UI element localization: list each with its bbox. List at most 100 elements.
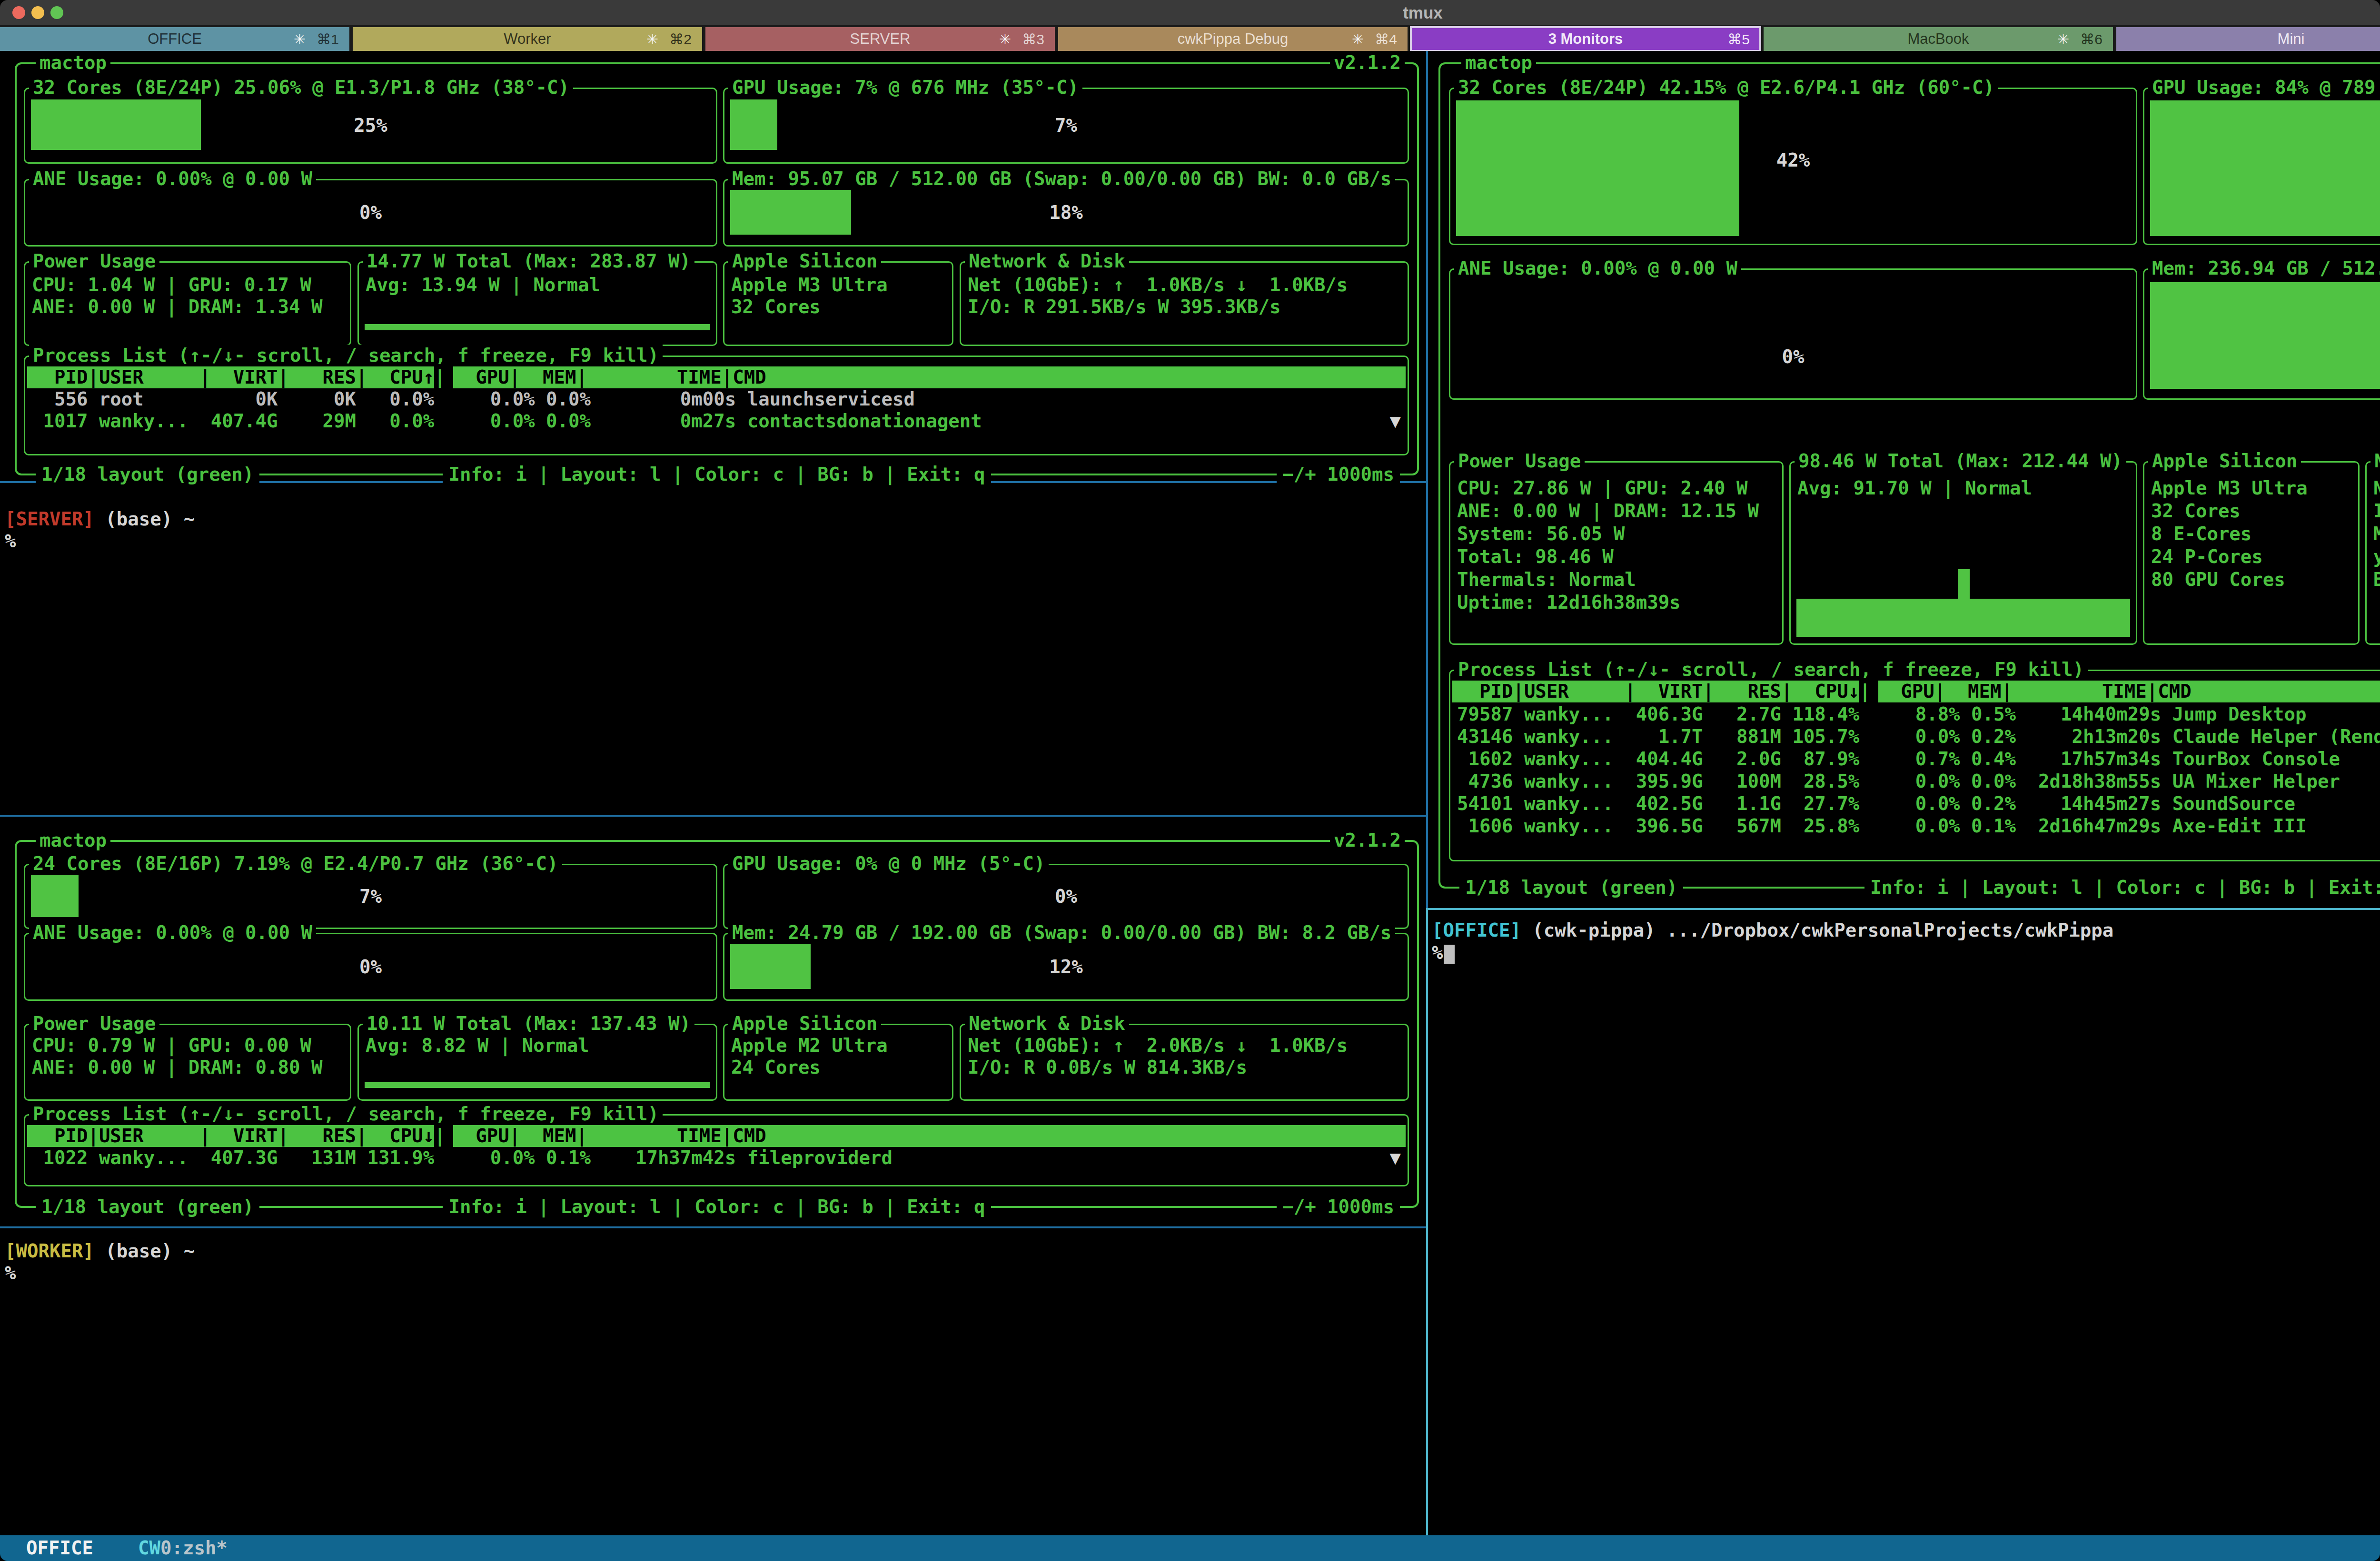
box-title: Mem: 236.94 GB / 512.00 GB (Swap: 0.00/0… (2148, 257, 2380, 279)
process-row: 556 root 0K 0K 0.0% 0.0% 0.0% 0m00s laun… (32, 388, 1404, 410)
mem-gauge-box: Mem: 236.94 GB / 512.00 GB (Swap: 0.00/0… (2143, 268, 2380, 400)
process-table-header: PID|USER | VIRT| RES| CPU↓| GPU| MEM| TI… (27, 1125, 1406, 1147)
power-line: Uptime: 12d16h38m39s (1457, 591, 1778, 614)
tab-macbook[interactable]: MacBook ✳ ⌘6 (1764, 27, 2113, 51)
box-title: Mem: 24.79 GB / 192.00 GB (Swap: 0.00/0.… (728, 922, 1395, 944)
process-row: 79587 wanky... 406.3G 2.7G 118.4% 8.8% 0… (1457, 703, 2380, 726)
power-line: CPU: 27.86 W | GPU: 2.40 W (1457, 477, 1778, 500)
office-tag: [OFFICE] (1432, 919, 1521, 941)
mactop-pane-3[interactable]: mactop v2.1.2 32 Cores (8E/24P) 42.15% @… (1438, 62, 2380, 889)
box-title: Process List (↑-/↓- scroll, / search, f … (1454, 659, 2088, 681)
pane-divider-h3[interactable] (0, 1226, 1426, 1228)
cpu-usage-label: 7% (25, 886, 716, 908)
pane-divider-vertical-active[interactable] (1426, 908, 1428, 1561)
silicon-line: Apple M3 Ultra (2151, 477, 2354, 500)
net-line: I/O: R 439.7KB/s W 991.3KB/s (2373, 500, 2380, 523)
tab-server[interactable]: SERVER ✳ ⌘3 (705, 27, 1055, 51)
apple-silicon-box: Apple Silicon Apple M2 Ultra 24 Cores (723, 1024, 953, 1101)
avg-power-line: Avg: 8.82 W | Normal (366, 1035, 712, 1057)
ane-gauge-box: ANE Usage: 0.00% @ 0.00 W 0% (24, 179, 717, 247)
network-disk-box: Network & Disk Net (10GbE): ↑ 1.0KB/s ↓ … (960, 261, 1409, 346)
box-title: Power Usage (29, 250, 159, 272)
pane-divider-vertical[interactable] (1426, 51, 1428, 908)
net-line: yonsuk: 35.9TB/84.4TB (48.4TB free) (2373, 545, 2380, 568)
power-history-sparkline (365, 324, 710, 330)
process-table-header: PID|USER | VIRT| RES| CPU↑| GPU| MEM| TI… (27, 366, 1406, 388)
scroll-down-icon: ▼ (1390, 410, 1401, 432)
footer-layout: 1/18 layout (green) (36, 464, 259, 485)
footer-layout: 1/18 layout (green) (36, 1196, 259, 1218)
silicon-line: 32 Cores (731, 296, 948, 318)
power-line: ANE: 0.00 W | DRAM: 0.80 W (32, 1057, 346, 1078)
process-table-header: PID|USER | VIRT| RES| CPU↓| GPU| MEM| TI… (1452, 681, 2380, 702)
tmux-status-bar: OFFICE CW0:zsh* 18:10 (0, 1535, 2380, 1561)
gpu-gauge-box: GPU Usage: 84% @ 789 MHz (54°-C) 84% (2143, 88, 2380, 245)
power-usage-box: Power Usage CPU: 1.04 W | GPU: 0.17 W AN… (24, 261, 351, 346)
process-row: 54101 wanky... 402.5G 1.1G 27.7% 0.0% 0.… (1457, 793, 2380, 815)
tab-shortcut: ⌘5 (1727, 27, 1750, 51)
worker-tag: [WORKER] (5, 1240, 94, 1262)
tab-mini[interactable]: Mini ✳ ⌘7 (2116, 27, 2380, 51)
mactop-pane-2[interactable]: mactop v2.1.2 24 Cores (8E/16P) 7.19% @ … (15, 840, 1419, 1208)
scroll-down-icon: ▼ (1390, 1147, 1401, 1169)
mem-usage-label: 12% (724, 956, 1408, 978)
tab-office[interactable]: OFFICE ✳ ⌘1 (0, 27, 349, 51)
server-prompt[interactable]: [SERVER] (base) ~ (5, 508, 195, 530)
cpu-gauge-box: 32 Cores (8E/24P) 42.15% @ E2.6/P4.1 GHz… (1449, 88, 2137, 245)
net-line: Net (10GbE): ↑ 2.0KB/s ↓ 1.0KB/s (968, 1035, 1404, 1057)
ane-gauge-box: ANE Usage: 0.00% @ 0.00 W 0% (1449, 268, 2137, 400)
app-title: mactop (36, 52, 110, 74)
box-title: Process List (↑-/↓- scroll, / search, f … (29, 1103, 663, 1125)
spinner-icon: ✳ (2057, 27, 2069, 51)
tab-shortcut: ⌘3 (1022, 27, 1044, 51)
app-version: v2.1.2 (1330, 52, 1405, 74)
status-window[interactable]: CW0:zsh* (138, 1535, 228, 1561)
office-prompt[interactable]: [OFFICE] (cwk-pippa) .../Dropbox/cwkPers… (1432, 919, 2113, 941)
total-power-box: 98.46 W Total (Max: 212.44 W) Avg: 91.70… (1789, 461, 2137, 645)
app-title: mactop (1461, 52, 1536, 74)
box-title: ANE Usage: 0.00% @ 0.00 W (29, 168, 316, 190)
tab-cwkpippa-debug[interactable]: cwkPippa Debug ✳ ⌘4 (1058, 27, 1408, 51)
box-title: GPU Usage: 0% @ 0 MHz (5°-C) (728, 853, 1049, 875)
prompt-path: (base) ~ (94, 1240, 195, 1262)
mactop-pane-1[interactable]: mactop v2.1.2 32 Cores (8E/24P) 25.06% @… (15, 62, 1419, 475)
box-title: ANE Usage: 0.00% @ 0.00 W (1454, 257, 1741, 279)
box-title: 32 Cores (8E/24P) 25.06% @ E1.3/P1.8 GHz… (29, 77, 573, 99)
process-row: 43146 wanky... 1.7T 881M 105.7% 0.0% 0.2… (1457, 726, 2380, 748)
box-title: ANE Usage: 0.00% @ 0.00 W (29, 922, 316, 944)
tab-3-monitors[interactable]: 3 Monitors ⌘5 (1411, 27, 1760, 51)
process-list-box: Process List (↑-/↓- scroll, / search, f … (24, 356, 1409, 455)
pane-divider-h4-active[interactable] (1428, 908, 2380, 910)
box-title: Network & Disk (965, 1013, 1129, 1035)
box-title: Power Usage (1454, 450, 1585, 472)
pane-divider-h2[interactable] (0, 815, 1426, 817)
apple-silicon-box: Apple Silicon Apple M3 Ultra 32 Cores (723, 261, 953, 346)
tab-worker[interactable]: Worker ✳ ⌘2 (353, 27, 702, 51)
box-title: 10.11 W Total (Max: 137.43 W) (363, 1013, 694, 1035)
worker-prompt[interactable]: [WORKER] (base) ~ (5, 1240, 195, 1262)
box-title: Mem: 95.07 GB / 512.00 GB (Swap: 0.00/0.… (728, 168, 1395, 190)
process-list-box: Process List (↑-/↓- scroll, / search, f … (24, 1114, 1409, 1186)
power-history-block (1796, 599, 2130, 637)
box-title: Apple Silicon (728, 250, 881, 272)
net-line: Mac HD: 8.9TB/15.6TB (6.7TB free) (2373, 523, 2380, 545)
mem-usage-bar (2150, 282, 2380, 389)
apple-silicon-box: Apple Silicon Apple M3 Ultra 32 Cores 8 … (2143, 461, 2360, 645)
net-line: Backup: 35.9TB/84.4TB (48.4TB free) (2373, 568, 2380, 591)
titlebar: tmux ⌥⌘2 (0, 0, 2380, 25)
network-disk-box: Network & Disk Net (10GbE): ↑ 2.0KB/s ↓ … (960, 1024, 1409, 1101)
box-title: 24 Cores (8E/16P) 7.19% @ E2.4/P0.7 GHz … (29, 853, 562, 875)
status-session-name[interactable]: OFFICE (26, 1535, 93, 1561)
tab-label: Mini (2116, 27, 2380, 51)
power-history-sparkline (365, 1082, 710, 1088)
cpu-gauge-box: 24 Cores (8E/16P) 7.19% @ E2.4/P0.7 GHz … (24, 864, 717, 929)
power-line: Thermals: Normal (1457, 568, 1778, 591)
gpu-usage-label: 0% (724, 886, 1408, 908)
gpu-gauge-box: GPU Usage: 7% @ 676 MHz (35°-C) 7% (723, 88, 1409, 164)
silicon-line: 24 Cores (731, 1057, 948, 1078)
box-title: Network & Disk (2370, 450, 2380, 472)
mem-gauge-box: Mem: 24.79 GB / 192.00 GB (Swap: 0.00/0.… (723, 933, 1409, 1001)
spinner-icon: ✳ (646, 27, 658, 51)
terminal: mactop v2.1.2 32 Cores (8E/24P) 25.06% @… (0, 51, 2380, 1535)
mem-usage-label: 46% (2144, 346, 2380, 368)
